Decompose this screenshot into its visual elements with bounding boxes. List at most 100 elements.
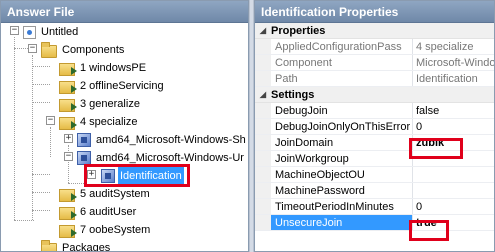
answer-file-tree: − Untitled − Components 1 windowsPE 2 of… (1, 23, 248, 252)
expand-toggle[interactable]: + (87, 170, 96, 179)
tree-node-component-shell[interactable]: amd64_Microsoft-Windows-Sh (77, 131, 248, 149)
tree-node-label: 3 generalize (80, 98, 140, 110)
tree-node-pass-windowspe[interactable]: 1 windowsPE (59, 59, 148, 77)
tree-line (32, 84, 50, 85)
config-pass-icon (59, 116, 77, 130)
tree-line (32, 139, 33, 220)
collapse-toggle[interactable]: − (28, 44, 37, 53)
category-label: Properties (271, 24, 326, 37)
property-value: Microsoft-Window (416, 57, 494, 69)
config-pass-icon (59, 62, 77, 76)
property-value-field[interactable] (413, 167, 494, 182)
property-name: MachinePassword (271, 183, 413, 198)
config-pass-icon (59, 224, 77, 238)
property-row-unsecurejoin[interactable]: UnsecureJoin true (255, 215, 494, 231)
tree-node-pass-audituser[interactable]: 6 auditUser (59, 203, 138, 221)
answer-file-pane: Answer File − Untitled − Components 1 wi… (0, 0, 249, 252)
collapse-triangle-icon[interactable]: ◢ (255, 23, 271, 39)
tree-line (50, 127, 51, 157)
folder-icon (41, 41, 57, 58)
property-value-field[interactable]: 0 (413, 119, 494, 134)
tree-node-components[interactable]: Components (41, 41, 126, 59)
tree-node-label: 1 windowsPE (80, 62, 147, 74)
unsecurejoin-value-field[interactable]: true (413, 215, 494, 230)
tree-node-pass-auditsystem[interactable]: 5 auditSystem (59, 185, 152, 203)
component-icon (77, 133, 91, 147)
config-pass-icon (59, 98, 77, 112)
property-row[interactable]: AppliedConfigurationPass 4 specialize (255, 39, 494, 55)
component-icon (77, 151, 91, 165)
property-value-field[interactable]: 0 (413, 199, 494, 214)
property-row-machineobjectou[interactable]: MachineObjectOU (255, 167, 494, 183)
collapse-toggle[interactable]: − (64, 152, 73, 161)
tree-line (32, 192, 50, 193)
tree-line (68, 183, 86, 184)
property-name: Path (271, 71, 413, 86)
tree-line (32, 174, 50, 175)
joindomain-value-field[interactable]: zubik (413, 135, 494, 150)
answer-file-header: Answer File (1, 1, 248, 23)
property-row-debugjoinonlyonthiserror[interactable]: DebugJoinOnlyOnThisError 0 (255, 119, 494, 135)
property-row[interactable]: Component Microsoft-Window (255, 55, 494, 71)
tree-node-label: 5 auditSystem (80, 188, 150, 200)
tree-node-label: 7 oobeSystem (80, 224, 151, 236)
config-pass-icon (59, 188, 77, 202)
property-grid: ◢ Properties AppliedConfigurationPass 4 … (255, 23, 494, 231)
tree-node-pass-specialize[interactable]: 4 specialize (59, 113, 139, 131)
property-name: UnsecureJoin (271, 215, 413, 230)
config-pass-icon (59, 206, 77, 220)
property-name: JoinDomain (271, 135, 413, 150)
config-pass-icon (59, 80, 77, 94)
tree-node-identification[interactable]: Identification (101, 167, 184, 185)
tree-line (14, 220, 34, 221)
category-label: Settings (271, 88, 315, 101)
setting-icon (101, 169, 115, 183)
tree-node-label: 2 offlineServicing (80, 80, 164, 92)
property-row-joinworkgroup[interactable]: JoinWorkgroup (255, 151, 494, 167)
property-value-field[interactable]: false (413, 103, 494, 118)
property-row-machinepassword[interactable]: MachinePassword (255, 183, 494, 199)
collapse-toggle[interactable]: − (10, 26, 19, 35)
tree-node-pass-generalize[interactable]: 3 generalize (59, 95, 142, 113)
property-row-joindomain[interactable]: JoinDomain zubik (255, 135, 494, 151)
expand-toggle[interactable]: + (64, 134, 73, 143)
tree-node-label: Untitled (41, 26, 79, 38)
property-row-debugjoin[interactable]: DebugJoin false (255, 103, 494, 119)
properties-pane: Identification Properties ◢ Properties A… (254, 0, 495, 252)
property-value: Identification (416, 73, 478, 85)
property-name: DebugJoin (271, 103, 413, 118)
property-name: Component (271, 55, 413, 70)
category-properties[interactable]: ◢ Properties (255, 23, 494, 39)
property-name: JoinWorkgroup (271, 151, 413, 166)
tree-node-packages[interactable]: Packages (41, 239, 112, 252)
tree-node-label: Components (62, 44, 125, 56)
tree-node-pass-offlineservicing[interactable]: 2 offlineServicing (59, 77, 166, 95)
properties-header: Identification Properties (255, 1, 494, 23)
property-name: AppliedConfigurationPass (271, 39, 413, 54)
answer-file-icon (23, 25, 36, 39)
tree-node-component-unattendedjoin[interactable]: amd64_Microsoft-Windows-Ur (77, 149, 246, 167)
property-name: DebugJoinOnlyOnThisError (271, 119, 413, 134)
tree-node-label: Packages (62, 242, 111, 252)
tree-node-label: amd64_Microsoft-Windows-Sh (96, 134, 246, 146)
tree-node-root[interactable]: Untitled (23, 23, 80, 41)
collapse-triangle-icon[interactable]: ◢ (255, 87, 271, 103)
tree-line (32, 102, 50, 103)
property-row[interactable]: Path Identification (255, 71, 494, 87)
collapse-toggle[interactable]: − (46, 116, 55, 125)
tree-line (14, 37, 15, 220)
property-value-field[interactable] (413, 151, 494, 166)
tree-node-label: 4 specialize (80, 116, 138, 128)
property-value-field[interactable] (413, 183, 494, 198)
tree-node-label: 6 auditUser (80, 206, 137, 218)
tree-node-label: amd64_Microsoft-Windows-Ur (96, 152, 244, 164)
property-row-timeoutperiodinminutes[interactable]: TimeoutPeriodInMinutes 0 (255, 199, 494, 215)
tree-line (32, 66, 50, 67)
tree-node-pass-oobesystem[interactable]: 7 oobeSystem (59, 221, 152, 239)
category-settings[interactable]: ◢ Settings (255, 87, 494, 103)
tree-line (32, 210, 50, 211)
folder-icon (41, 239, 57, 251)
property-value: 4 specialize (416, 41, 474, 53)
tree-line (32, 55, 33, 139)
property-name: MachineObjectOU (271, 167, 413, 182)
